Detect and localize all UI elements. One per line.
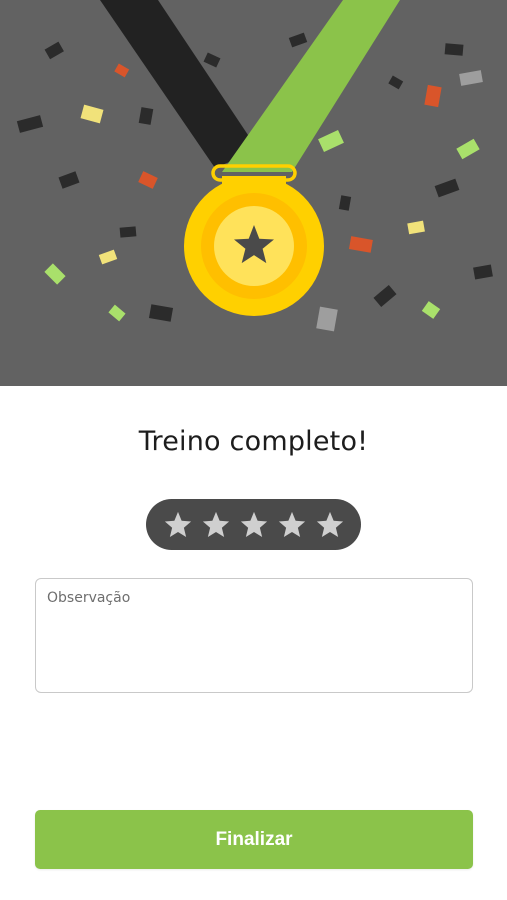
rating-star-4[interactable] <box>276 509 308 541</box>
star-icon <box>164 511 191 537</box>
medal-illustration <box>16 0 493 332</box>
observation-field-container <box>35 578 473 693</box>
star-icon <box>240 511 267 537</box>
star-icon <box>202 511 229 537</box>
rating-star-1[interactable] <box>162 509 194 541</box>
workout-complete-screen: Treino completo! Finalizar <box>0 0 507 900</box>
star-icon <box>316 511 343 537</box>
rating-star-5[interactable] <box>314 509 346 541</box>
star-rating <box>146 499 361 550</box>
observation-input[interactable] <box>36 579 472 692</box>
celebration-banner <box>0 0 507 386</box>
star-icon <box>278 511 305 537</box>
rating-star-2[interactable] <box>200 509 232 541</box>
rating-star-3[interactable] <box>238 509 270 541</box>
dark-ribbon <box>100 0 258 168</box>
green-ribbon <box>222 0 400 172</box>
finish-button[interactable]: Finalizar <box>35 810 473 869</box>
page-title: Treino completo! <box>138 426 369 457</box>
